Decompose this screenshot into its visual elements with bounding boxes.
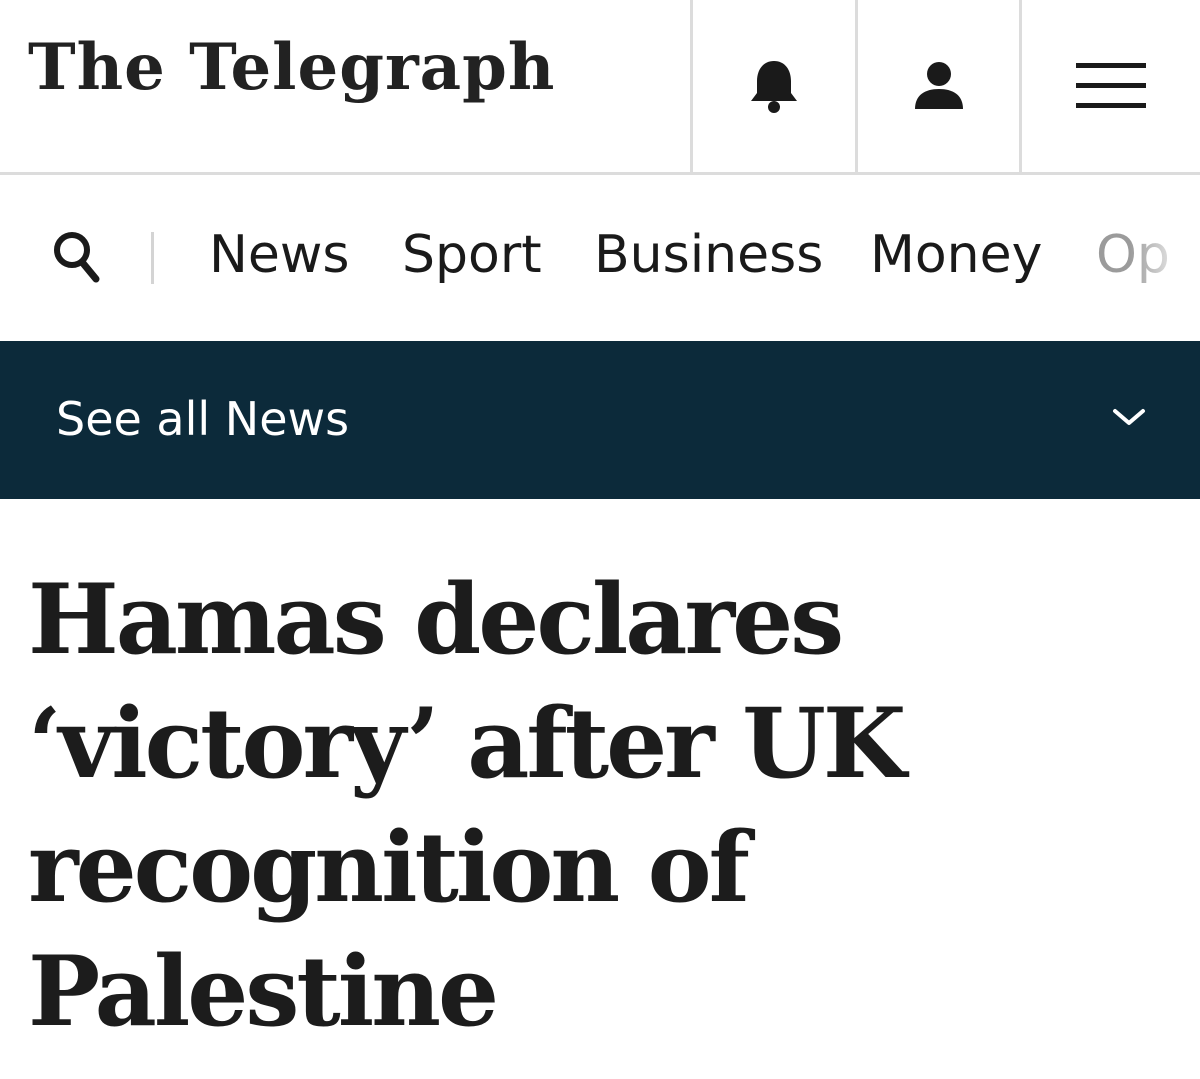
search-button[interactable] bbox=[52, 229, 102, 285]
headline-line: Hamas declares bbox=[28, 563, 844, 676]
see-all-news-label: See all News bbox=[56, 392, 350, 446]
nav-divider bbox=[151, 232, 154, 284]
user-icon bbox=[914, 62, 963, 109]
nav-item-money[interactable]: Money bbox=[870, 223, 1042, 287]
menu-button[interactable] bbox=[1019, 0, 1200, 172]
notifications-button[interactable] bbox=[690, 0, 854, 172]
masthead: The Telegraph bbox=[0, 0, 1200, 175]
telegraph-logo[interactable]: The Telegraph bbox=[28, 36, 555, 100]
section-nav: News Sport Business Money Op bbox=[0, 175, 1200, 341]
headline-line: ‘victory’ after UK bbox=[28, 687, 906, 800]
nav-scroll-fade bbox=[1130, 175, 1200, 341]
article-headline: Hamas declares ‘victory’ after UK recogn… bbox=[28, 558, 1128, 1054]
nav-item-business[interactable]: Business bbox=[594, 223, 823, 287]
chevron-down-icon bbox=[1113, 409, 1145, 425]
nav-item-sport[interactable]: Sport bbox=[402, 223, 542, 287]
account-button[interactable] bbox=[855, 0, 1019, 172]
bell-icon bbox=[750, 61, 797, 113]
search-icon bbox=[54, 232, 100, 283]
nav-item-news[interactable]: News bbox=[209, 223, 350, 287]
headline-line: Palestine bbox=[28, 935, 499, 1048]
menu-icon bbox=[1076, 63, 1146, 108]
see-all-news-dropdown[interactable]: See all News bbox=[0, 341, 1200, 499]
headline-line: recognition of bbox=[28, 811, 750, 924]
